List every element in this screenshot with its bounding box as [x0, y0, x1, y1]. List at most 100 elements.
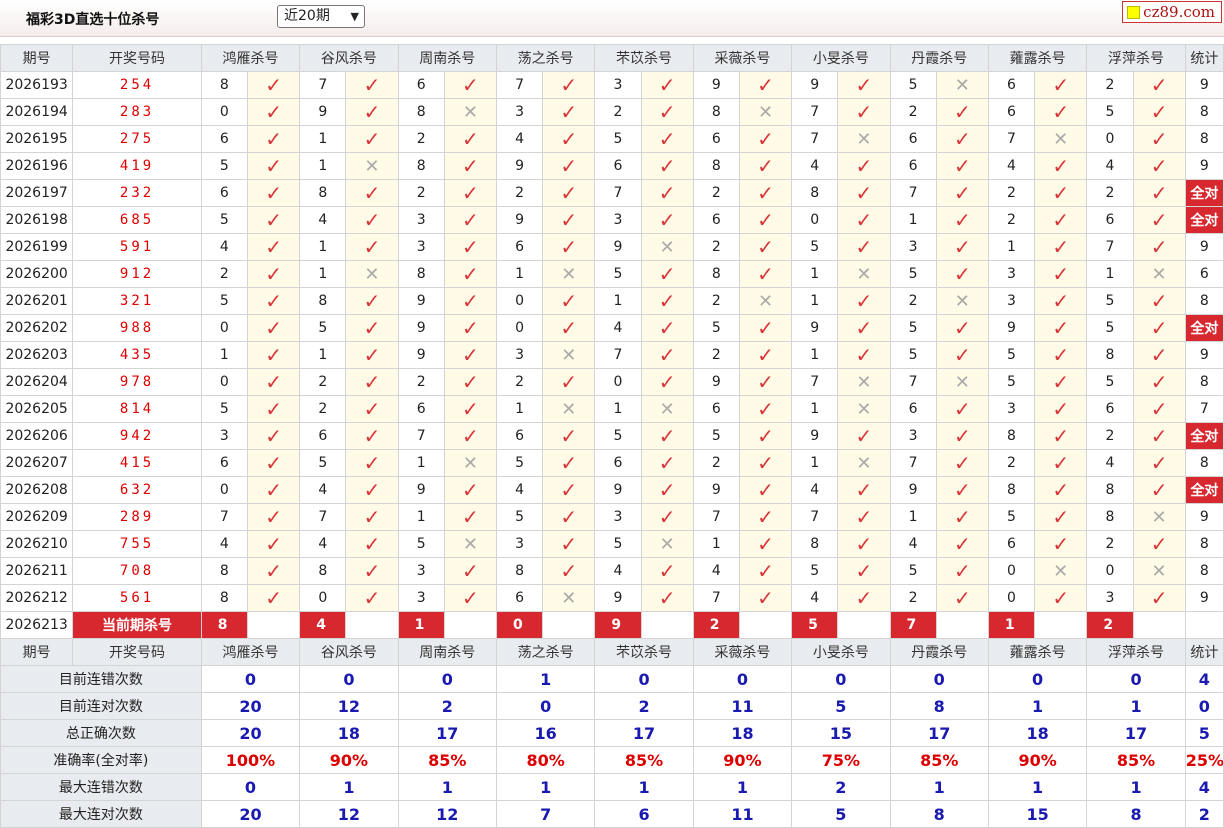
- check-icon: ✓: [265, 127, 282, 151]
- stat-value: 1: [299, 773, 399, 801]
- pick-cell: 8: [397, 98, 445, 126]
- result-cell: ✓: [1034, 233, 1088, 261]
- result-cell: ✓: [345, 314, 399, 342]
- stat-value: 1: [495, 773, 596, 801]
- result-cell: ✓: [935, 179, 989, 207]
- check-icon: ✓: [363, 424, 381, 448]
- pick-cell: 6: [397, 71, 445, 99]
- pick-cell: 5: [594, 422, 642, 450]
- pick-cell: 9: [594, 584, 642, 612]
- cross-icon: ✕: [856, 452, 872, 474]
- check-icon: ✓: [363, 73, 381, 97]
- pick-cell: 9: [987, 314, 1036, 342]
- draw-code-cell: 232: [72, 179, 202, 207]
- check-icon: ✓: [658, 181, 676, 205]
- result-cell: ✓: [542, 314, 596, 342]
- site-logo[interactable]: cz89.com: [1122, 1, 1222, 23]
- result-cell: ✓: [542, 98, 596, 126]
- table-row: 2026204 978 0 ✓ 2 ✓ 2 ✓ 2 ✓ 0 ✓ 9 ✓ 7 ✕ 7 ✕ 5 ✓ 5 ✓ 8: [0, 368, 1224, 396]
- check-icon: ✓: [363, 478, 381, 502]
- stat-value: 0: [495, 692, 596, 720]
- check-icon: ✓: [1150, 181, 1168, 205]
- stat-row: 最大连对次数 20 12 12 7 6 11 5 8 15 8 2: [0, 800, 1224, 828]
- logo-square-icon: [1127, 5, 1141, 19]
- check-icon: ✓: [855, 532, 873, 556]
- pick-cell: 7: [791, 98, 839, 126]
- draw-code-cell: 988: [72, 314, 202, 342]
- pick-cell: 1: [594, 395, 642, 423]
- pick-cell: 5: [495, 449, 544, 477]
- result-cell: ✓: [1034, 314, 1088, 342]
- stat-row: 最大连错次数 0 1 1 1 1 1 2 1 1 1 4: [0, 773, 1224, 801]
- result-cell: ✓: [1132, 98, 1186, 126]
- pick-cell: 7: [200, 503, 248, 531]
- check-icon: ✓: [265, 451, 282, 475]
- pick-cell: 7: [692, 584, 740, 612]
- issue-cell: 2026209: [0, 503, 74, 531]
- result-cell: ✓: [246, 71, 301, 99]
- stat-value: 17: [889, 719, 989, 747]
- current-blank-cell: [542, 611, 596, 639]
- check-icon: ✓: [953, 559, 971, 583]
- pick-cell: 8: [1086, 341, 1134, 369]
- stat-value: 0: [200, 665, 301, 693]
- check-icon: ✓: [855, 316, 873, 340]
- draw-code-cell: 814: [72, 395, 202, 423]
- check-icon: ✓: [757, 586, 774, 610]
- result-cell: ✓: [443, 233, 497, 261]
- result-cell: ✓: [1034, 179, 1088, 207]
- pick-cell: 2: [692, 287, 740, 315]
- table-row: 2026198 685 5 ✓ 4 ✓ 3 ✓ 9 ✓ 3 ✓ 6 ✓ 0 ✓ 1 ✓ 2 ✓ 6 ✓ 全对: [0, 206, 1224, 234]
- top-bar: 福彩3D直选十位杀号 近20期 ▼ cz89.com: [0, 0, 1224, 37]
- pick-cell: 2: [594, 98, 642, 126]
- check-icon: ✓: [363, 181, 381, 205]
- check-icon: ✓: [363, 235, 381, 259]
- check-icon: ✓: [658, 370, 676, 394]
- stat-value: 17: [1086, 719, 1186, 747]
- pick-cell: 2: [1086, 530, 1134, 558]
- check-icon: ✓: [363, 559, 381, 583]
- stat-value: 0: [987, 665, 1088, 693]
- current-pick-cell: 2: [692, 611, 740, 639]
- pick-cell: 8: [692, 152, 740, 180]
- pick-cell: 0: [594, 368, 642, 396]
- result-cell: ✓: [1034, 395, 1088, 423]
- result-cell: ✓: [542, 125, 596, 153]
- site-logo-text: cz89.com: [1143, 3, 1215, 21]
- draw-code-cell: 283: [72, 98, 202, 126]
- pick-cell: 6: [299, 422, 347, 450]
- draw-code-cell: 632: [72, 476, 202, 504]
- stat-value: 1: [1086, 773, 1186, 801]
- result-cell: ✓: [443, 395, 497, 423]
- cross-icon: ✕: [462, 452, 478, 474]
- check-icon: ✓: [461, 181, 479, 205]
- result-cell: ✓: [246, 584, 301, 612]
- stat-value: 85%: [594, 746, 694, 774]
- cross-icon: ✕: [462, 533, 478, 555]
- pick-cell: 9: [594, 476, 642, 504]
- stat-value: 8: [889, 800, 989, 828]
- result-cell: ✕: [1034, 557, 1088, 585]
- check-icon: ✓: [363, 370, 381, 394]
- check-icon: ✓: [461, 586, 479, 610]
- check-icon: ✓: [658, 478, 676, 502]
- pick-cell: 5: [594, 530, 642, 558]
- check-icon: ✓: [658, 505, 676, 529]
- result-cell: ✓: [738, 449, 793, 477]
- check-icon: ✓: [658, 100, 676, 124]
- result-cell: ✓: [935, 152, 989, 180]
- check-icon: ✓: [560, 532, 578, 556]
- result-cell: ✓: [640, 179, 694, 207]
- pick-cell: 1: [299, 125, 347, 153]
- period-select[interactable]: 近20期 ▼: [277, 5, 365, 28]
- current-pick-cell: 4: [299, 611, 347, 639]
- result-cell: ✓: [1132, 125, 1186, 153]
- col-header-expert: 周南杀号: [397, 44, 497, 72]
- check-icon: ✓: [265, 208, 282, 232]
- pick-cell: 5: [1086, 98, 1134, 126]
- pick-cell: 3: [397, 233, 445, 261]
- issue-cell: 2026210: [0, 530, 74, 558]
- pick-cell: 7: [791, 368, 839, 396]
- stat-cell: 9: [1184, 503, 1224, 531]
- draw-code-cell: 708: [72, 557, 202, 585]
